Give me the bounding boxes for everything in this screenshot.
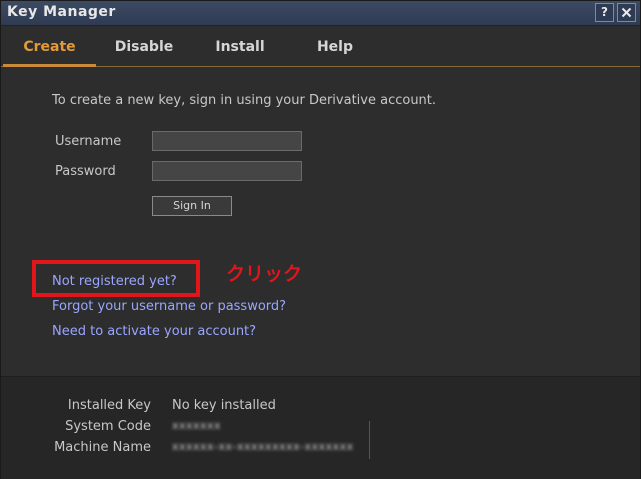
info-divider [369, 421, 370, 459]
system-code-label: System Code [65, 419, 151, 434]
annotation-highlight-box [32, 260, 200, 297]
installed-key-value: No key installed [172, 398, 276, 413]
username-input[interactable] [152, 131, 302, 151]
help-button[interactable]: ? [595, 3, 614, 22]
tab-help[interactable]: Help [307, 26, 363, 66]
password-label: Password [55, 164, 116, 179]
title-bar[interactable]: Key Manager ? [1, 1, 640, 26]
tab-disable[interactable]: Disable [105, 26, 183, 66]
key-manager-window: Key Manager ? Create Disable Install Hel… [0, 0, 641, 479]
forgot-credentials-link[interactable]: Forgot your username or password? [52, 299, 286, 314]
info-panel: Installed Key No key installed System Co… [1, 376, 640, 479]
close-icon [621, 7, 632, 18]
intro-text: To create a new key, sign in using your … [52, 93, 437, 108]
username-label: Username [55, 134, 122, 149]
window-title: Key Manager [7, 4, 116, 20]
password-input[interactable] [152, 161, 302, 181]
system-code-value: xxxxxxx [172, 419, 222, 432]
activate-account-link[interactable]: Need to activate your account? [52, 324, 256, 339]
tab-install[interactable]: Install [205, 26, 275, 66]
annotation-click-label: クリック [226, 263, 303, 285]
installed-key-label: Installed Key [67, 398, 151, 413]
close-button[interactable] [617, 3, 636, 22]
machine-name-label: Machine Name [54, 440, 151, 455]
tab-create[interactable]: Create [3, 26, 96, 67]
tab-bar: Create Disable Install Help [1, 26, 640, 67]
machine-name-value: xxxxxx-xx-xxxxxxxxx-xxxxxxx [172, 440, 354, 453]
sign-in-button[interactable]: Sign In [152, 196, 232, 216]
